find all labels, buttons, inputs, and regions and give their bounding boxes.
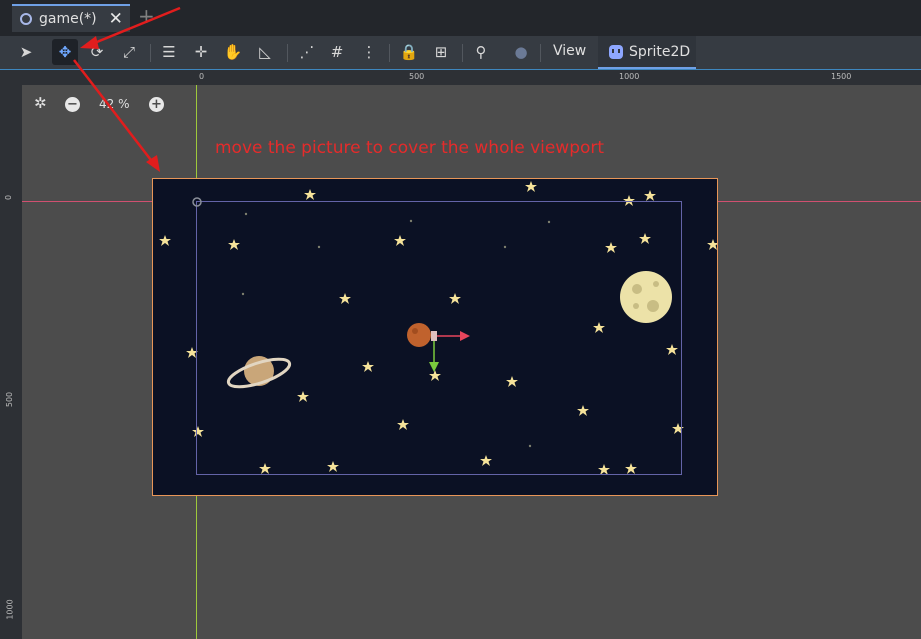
annotation-text: move the picture to cover the whole view… [215, 138, 605, 158]
pivot-marker [192, 197, 202, 207]
annotation-arrows [73, 6, 181, 172]
overlay-layer [73, 6, 470, 372]
move-gizmo[interactable] [429, 331, 470, 372]
